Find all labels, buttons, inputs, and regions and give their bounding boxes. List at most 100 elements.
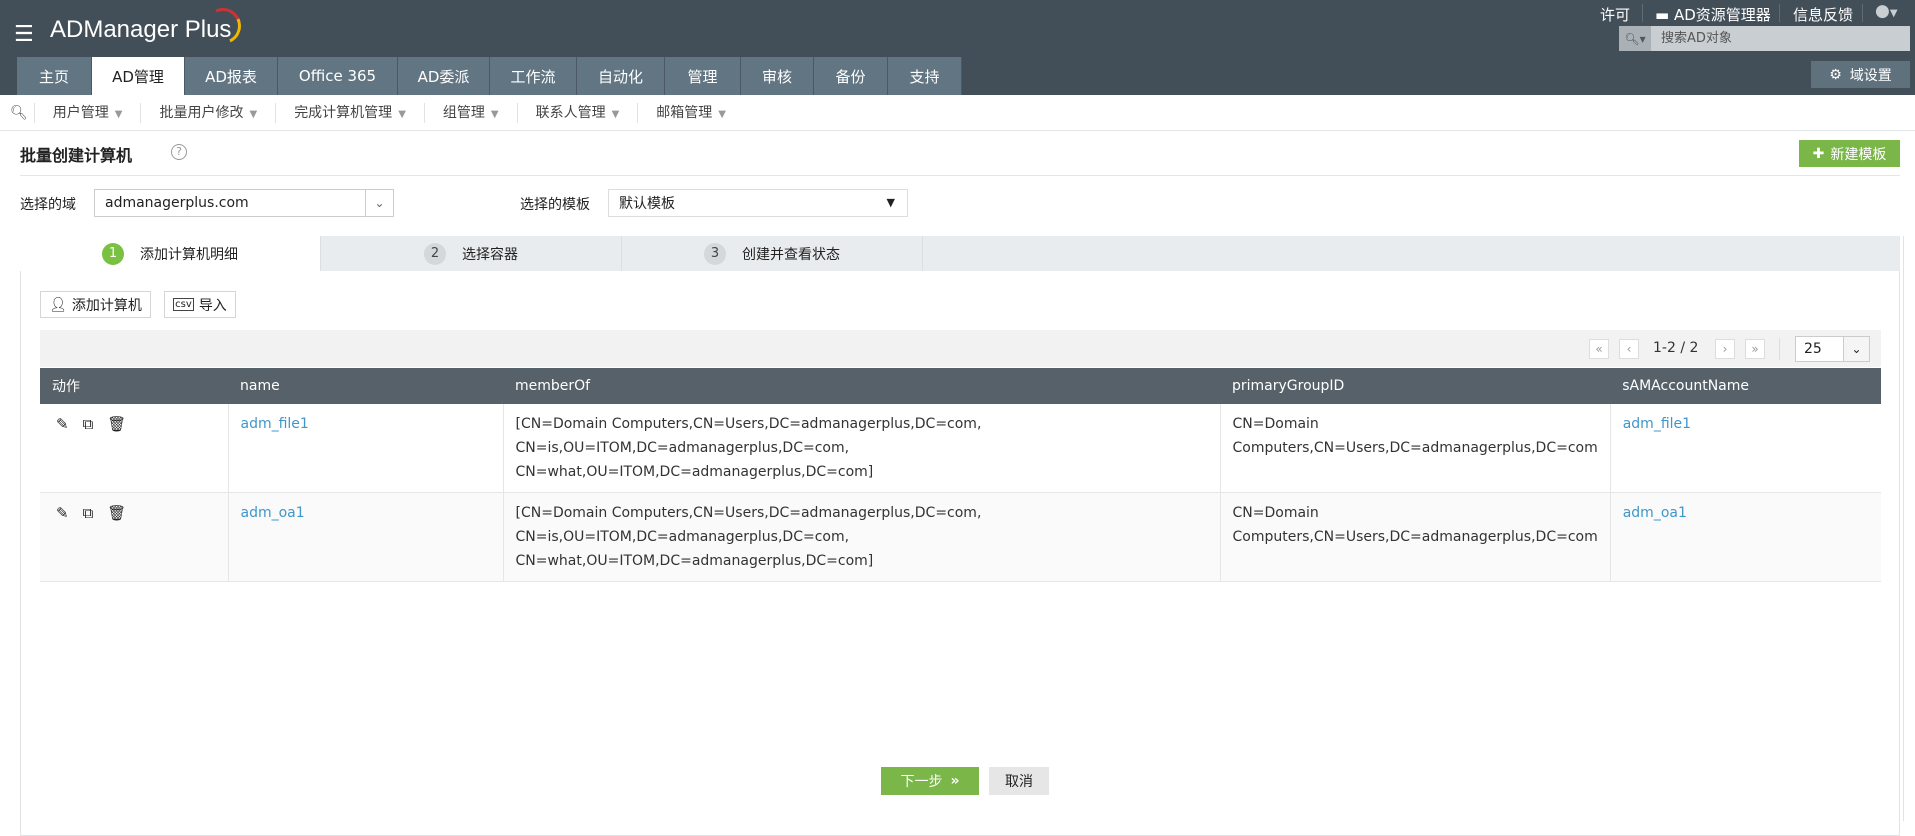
caret-down-icon: ▼: [611, 108, 620, 120]
samaccountname-link[interactable]: adm_oa1: [1623, 505, 1687, 521]
divider: [1862, 4, 1863, 22]
tab-workflow[interactable]: 工作流: [490, 57, 577, 95]
chevron-down-icon[interactable]: ⌄: [1843, 337, 1869, 361]
column-header-action: 动作: [40, 368, 228, 404]
next-step-button[interactable]: 下一步 »: [881, 767, 979, 795]
step-label: 创建并查看状态: [742, 246, 840, 263]
search-input[interactable]: 搜索AD对象: [1651, 26, 1732, 51]
tab-home[interactable]: 主页: [17, 57, 92, 95]
caret-down-icon: ▼: [114, 108, 123, 120]
step-add-computer-details[interactable]: 1 添加计算机明细: [20, 236, 321, 271]
import-label: 导入: [198, 297, 227, 314]
step-create-view-status[interactable]: 3 创建并查看状态: [622, 236, 923, 271]
tab-admin[interactable]: 管理: [665, 57, 741, 95]
domain-select[interactable]: admanagerplus.com ⌄: [94, 189, 394, 217]
copy-icon[interactable]: ⧉: [83, 501, 94, 525]
scrollbar[interactable]: [1903, 236, 1904, 821]
first-page-icon[interactable]: «: [1589, 339, 1609, 359]
subnav-group-management[interactable]: 组管理 ▼: [423, 102, 517, 123]
copy-icon[interactable]: ⧉: [83, 412, 94, 436]
edit-icon[interactable]: ✎: [56, 501, 69, 525]
memberof-cell: [CN=Domain Computers,CN=Users,DC=admanag…: [503, 492, 1221, 582]
tab-automation[interactable]: 自动化: [577, 57, 665, 95]
tab-office365[interactable]: Office 365: [278, 57, 398, 95]
tab-audit[interactable]: 审核: [741, 57, 814, 95]
subnav-contact-management[interactable]: 联系人管理 ▼: [516, 102, 638, 123]
column-header-samaccountname[interactable]: sAMAccountName: [1610, 368, 1881, 404]
subnav-computer-management[interactable]: 完成计算机管理 ▼: [275, 102, 424, 123]
subnav-mailbox-management[interactable]: 邮箱管理 ▼: [637, 102, 744, 123]
page-size-select[interactable]: 25 ⌄: [1795, 336, 1870, 362]
template-label: 选择的模板: [520, 197, 590, 213]
subnav-user-management[interactable]: 用户管理 ▼: [33, 102, 141, 123]
domain-label: 选择的域: [20, 197, 76, 213]
page-size-value: 25: [1804, 341, 1822, 357]
double-chevron-right-icon: »: [950, 773, 960, 789]
search-icon[interactable]: 🔍︎▾: [1619, 26, 1651, 51]
table-row: ✎ ⧉ 🗑︎ adm_file1 [CN=Domain Computers,CN=U…: [40, 404, 1881, 493]
add-computer-button[interactable]: 👤︎ 添加计算机: [40, 291, 151, 318]
user-avatar-icon[interactable]: ●▼: [1875, 1, 1898, 21]
main-tabs: 主页 AD管理 AD报表 Office 365 AD委派 工作流 自动化 管理 …: [17, 57, 962, 95]
edit-icon[interactable]: ✎: [56, 412, 69, 436]
template-select[interactable]: 默认模板 ▼: [608, 189, 908, 217]
license-link[interactable]: 许可: [1600, 4, 1630, 25]
ad-explorer-link[interactable]: ▬ AD资源管理器: [1655, 4, 1771, 25]
add-computer-label: 添加计算机: [71, 297, 142, 314]
prev-page-icon[interactable]: ‹: [1619, 339, 1639, 359]
divider: [1779, 338, 1780, 360]
gear-icon: ⚙: [1829, 66, 1842, 83]
subnav-label: 完成计算机管理: [294, 104, 393, 121]
column-header-name[interactable]: name: [228, 368, 503, 404]
primarygroupid-cell: CN=Domain Computers,CN=Users,DC=admanage…: [1220, 492, 1611, 582]
step-number: 2: [424, 242, 446, 265]
tab-backup[interactable]: 备份: [814, 57, 888, 95]
next-label: 下一步: [900, 774, 943, 790]
memberof-cell: [CN=Domain Computers,CN=Users,DC=admanag…: [503, 404, 1221, 493]
tab-ad-reports[interactable]: AD报表: [185, 57, 278, 95]
delete-icon[interactable]: 🗑︎: [107, 412, 126, 436]
tab-support[interactable]: 支持: [888, 57, 962, 95]
samaccountname-link[interactable]: adm_file1: [1623, 416, 1691, 432]
hamburger-menu-icon[interactable]: ☰: [14, 22, 34, 47]
last-page-icon[interactable]: »: [1745, 339, 1765, 359]
domain-value: admanagerplus.com: [105, 195, 249, 211]
caret-down-icon: ▼: [398, 108, 406, 120]
name-link[interactable]: adm_file1: [241, 416, 309, 432]
divider: [1779, 4, 1780, 22]
new-template-button[interactable]: ✚ 新建模板: [1799, 140, 1900, 167]
domain-settings-label: 域设置: [1849, 67, 1892, 84]
cancel-button[interactable]: 取消: [989, 767, 1049, 795]
search-ad-objects[interactable]: 🔍︎▾ 搜索AD对象: [1619, 26, 1910, 51]
domain-settings-button[interactable]: ⚙ 域设置: [1811, 61, 1910, 88]
new-template-label: 新建模板: [1830, 146, 1887, 163]
help-icon[interactable]: ?: [171, 144, 187, 160]
subnav-label: 用户管理: [52, 104, 109, 121]
template-value: 默认模板: [619, 196, 675, 212]
computers-table: 动作 name memberOf primaryGroupID sAMAccou…: [40, 368, 1881, 582]
column-header-primarygroupid[interactable]: primaryGroupID: [1220, 368, 1611, 404]
page-range: 1-2 / 2: [1653, 340, 1699, 356]
name-link[interactable]: adm_oa1: [241, 505, 305, 521]
sub-navigation: 🔍︎ 用户管理 ▼ 批量用户修改 ▼ 完成计算机管理 ▼ 组管理 ▼ 联系人管理 ▼ 邮箱…: [0, 95, 1915, 131]
subnav-label: 批量用户修改: [159, 104, 244, 121]
primarygroupid-cell: CN=Domain Computers,CN=Users,DC=admanage…: [1220, 404, 1611, 493]
next-page-icon[interactable]: ›: [1715, 339, 1735, 359]
subnav-bulk-user-modify[interactable]: 批量用户修改 ▼: [140, 102, 275, 123]
search-nav-icon[interactable]: 🔍︎: [0, 105, 34, 121]
wizard-steps: 1 添加计算机明细 2 选择容器 3 创建并查看状态: [20, 236, 1900, 271]
delete-icon[interactable]: 🗑︎: [107, 501, 126, 525]
step-label: 添加计算机明细: [140, 246, 238, 263]
import-button[interactable]: csv 导入: [164, 291, 236, 318]
chevron-down-icon[interactable]: ⌄: [365, 190, 393, 216]
caret-down-icon: ▼: [886, 196, 895, 209]
step-select-container[interactable]: 2 选择容器: [321, 236, 622, 271]
tab-ad-delegation[interactable]: AD委派: [398, 57, 490, 95]
subnav-label: 组管理: [442, 104, 485, 121]
caret-down-icon: ▼: [718, 108, 726, 120]
tab-ad-management[interactable]: AD管理: [92, 57, 185, 95]
step-label: 选择容器: [462, 246, 518, 263]
divider: [20, 175, 1900, 176]
column-header-memberof[interactable]: memberOf: [503, 368, 1220, 404]
feedback-link[interactable]: 信息反馈: [1793, 4, 1853, 25]
